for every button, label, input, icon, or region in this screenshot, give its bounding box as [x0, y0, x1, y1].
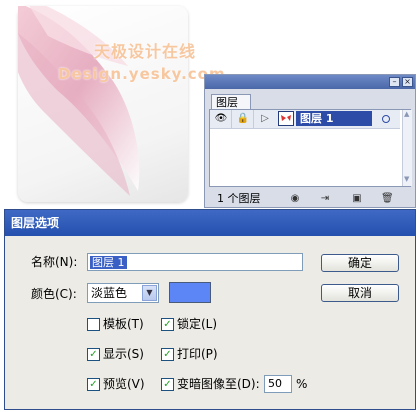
layers-list: 👁 🔒 ▷ 图层 1 ▲ ▼ [209, 109, 412, 187]
trash-icon[interactable]: 🗑 [381, 193, 394, 205]
layer-thumbnail [278, 111, 294, 126]
target-circle-icon[interactable] [382, 115, 390, 123]
watermark-text-cn: 天极设计在线 [94, 42, 197, 61]
layer-count: 1 个图层 [217, 192, 261, 205]
template-label: 模板(T) [103, 317, 144, 331]
create-sublayer-icon[interactable]: ⇥ [319, 193, 331, 205]
name-input-value[interactable]: 图层 1 [90, 256, 127, 269]
preview-label: 预览(V) [103, 377, 145, 391]
print-checkbox[interactable]: ✓ [161, 348, 174, 361]
watermark-text-url: Design.yesky.com [58, 65, 226, 83]
color-select[interactable]: 淡蓝色 ▼ [87, 283, 159, 303]
artwork-canvas [8, 0, 188, 202]
show-checkbox[interactable]: ✓ [87, 348, 100, 361]
color-select-value: 淡蓝色 [91, 286, 128, 300]
panel-titlebar[interactable]: – × [205, 75, 415, 89]
shell-illustration [8, 0, 140, 196]
column-divider [231, 110, 232, 128]
lock-label: 锁定(L) [177, 317, 218, 331]
dialog-title[interactable]: 图层选项 [5, 210, 415, 236]
print-label: 打印(P) [177, 347, 218, 361]
make-clipping-mask-icon[interactable]: ◉ [289, 193, 301, 205]
cancel-button[interactable]: 取消 [321, 284, 399, 302]
dim-images-label: 变暗图像至(D): [177, 377, 260, 391]
column-divider [253, 110, 254, 128]
thumbnail-art [281, 115, 291, 121]
lock-checkbox[interactable]: ✓ [161, 318, 174, 331]
percent-unit: % [296, 377, 308, 391]
layer-row[interactable]: 👁 🔒 ▷ 图层 1 [210, 110, 400, 129]
layers-panel: – × 图层 👁 🔒 ▷ 图层 1 ▲ ▼ 1 个图层 ◉ ⇥ ▣ 🗑 [204, 74, 416, 208]
layer-options-dialog: 图层选项 名称(N): 图层 1 确定 颜色(C): 淡蓝色 ▼ 取消 模板(T… [4, 209, 416, 410]
close-button[interactable]: × [402, 77, 413, 87]
visibility-eye-icon[interactable]: 👁 [214, 112, 228, 125]
dim-images-checkbox[interactable]: ✓ [161, 378, 174, 391]
show-label: 显示(S) [103, 347, 144, 361]
chevron-down-icon[interactable]: ▼ [142, 285, 157, 301]
preview-checkbox[interactable]: ✓ [87, 378, 100, 391]
expand-triangle-icon[interactable]: ▷ [258, 112, 272, 125]
color-label: 颜色(C): [31, 287, 77, 301]
scroll-up-icon[interactable]: ▲ [404, 111, 411, 118]
color-swatch[interactable] [169, 282, 211, 303]
dim-percent-input[interactable]: 50 [264, 375, 292, 393]
name-label: 名称(N): [31, 255, 78, 269]
lock-icon[interactable]: 🔒 [236, 112, 250, 125]
name-input[interactable]: 图层 1 [87, 253, 303, 271]
layer-name[interactable]: 图层 1 [300, 111, 333, 126]
template-checkbox[interactable] [87, 318, 100, 331]
panel-footer: 1 个图层 ◉ ⇥ ▣ 🗑 [209, 191, 411, 207]
tab-layers[interactable]: 图层 [211, 94, 251, 110]
ok-button[interactable]: 确定 [321, 254, 399, 272]
new-layer-icon[interactable]: ▣ [351, 193, 363, 205]
scrollbar[interactable]: ▲ ▼ [402, 110, 412, 186]
minimize-button[interactable]: – [389, 77, 400, 87]
scroll-down-icon[interactable]: ▼ [404, 176, 411, 183]
